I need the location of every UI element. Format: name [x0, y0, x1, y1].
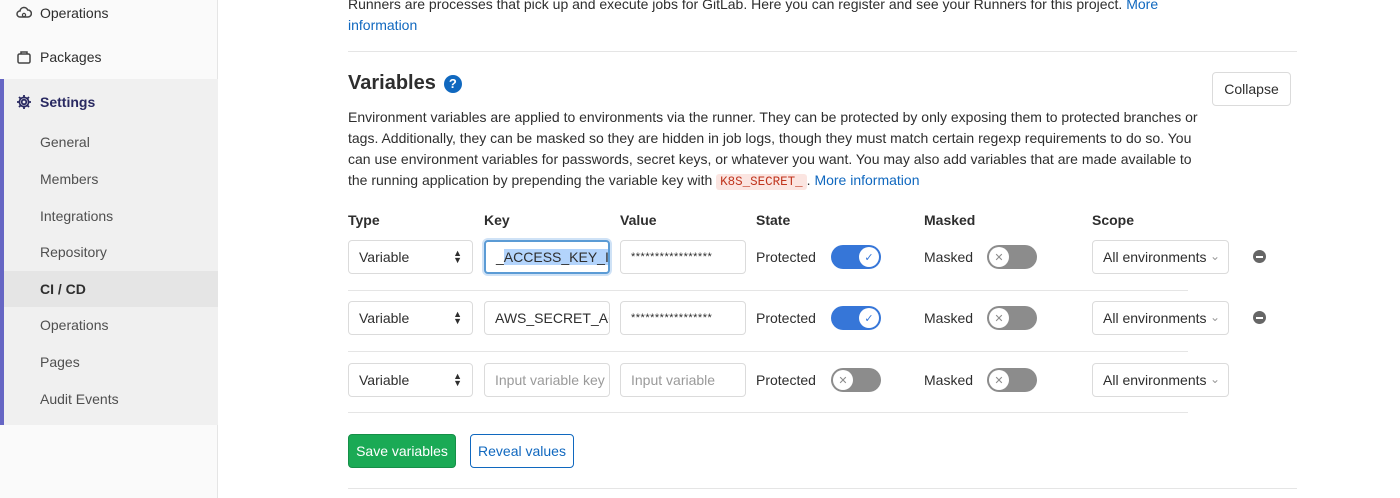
- sidebar-item-label: Pages: [40, 354, 80, 370]
- masked-label: Masked: [924, 372, 974, 388]
- sidebar-item-label: Members: [40, 171, 99, 187]
- reveal-values-button[interactable]: Reveal values: [470, 434, 574, 468]
- masked-toggle[interactable]: ✕: [987, 306, 1037, 330]
- column-header-type: Type: [348, 212, 380, 228]
- section-title: Variables: [348, 72, 436, 94]
- variable-key-input[interactable]: AWS_SECRET_AC: [484, 301, 610, 335]
- protected-label: Protected: [756, 310, 816, 326]
- sidebar-item-label: Operations: [40, 5, 109, 21]
- protected-toggle[interactable]: ✓: [831, 306, 881, 330]
- remove-variable-icon[interactable]: [1253, 250, 1266, 263]
- sidebar-item-ci-cd[interactable]: CI / CD: [4, 271, 218, 307]
- more-information-link[interactable]: More information: [814, 172, 919, 188]
- select-value: Variable: [359, 372, 410, 388]
- sidebar-item-audit-events[interactable]: Audit Events: [4, 381, 218, 417]
- sidebar-item-label: Operations: [40, 317, 109, 333]
- runners-text: Runners are processes that pick up and e…: [348, 0, 1123, 12]
- protected-toggle[interactable]: ✓: [831, 245, 881, 269]
- sidebar-item-integrations[interactable]: Integrations: [4, 198, 218, 234]
- variable-type-select[interactable]: Variable ▲ ▼: [348, 301, 473, 335]
- variable-type-select[interactable]: Variable ▲ ▼: [348, 363, 473, 397]
- variables-heading: Variables ?: [348, 72, 462, 95]
- column-header-masked: Masked: [924, 212, 976, 228]
- sidebar-item-label: Repository: [40, 244, 107, 260]
- variable-value-input[interactable]: *****************: [620, 240, 746, 274]
- cloud-gear-icon: [16, 5, 32, 21]
- sidebar: Operations Packages Settings General Mem…: [0, 0, 218, 498]
- protected-toggle[interactable]: ✕: [831, 368, 881, 392]
- select-value: Variable: [359, 249, 410, 265]
- sidebar-item-operations-top[interactable]: Operations: [0, 0, 218, 33]
- scope-value: All environments: [1103, 372, 1207, 388]
- x-icon: ✕: [989, 247, 1009, 267]
- gear-icon: [16, 94, 32, 110]
- variables-description: Environment variables are applied to env…: [348, 107, 1198, 193]
- variable-key-input[interactable]: _ ACCESS_KEY_ID: [484, 240, 610, 274]
- key-selected-text: ACCESS_KEY_ID: [503, 249, 608, 265]
- sidebar-item-label: Packages: [40, 49, 102, 65]
- sidebar-item-label: Audit Events: [40, 391, 119, 407]
- x-icon: ✕: [989, 308, 1009, 328]
- desc-line: running application by prepending the va…: [371, 172, 713, 188]
- chevron-down-icon: ⌄: [1209, 310, 1220, 324]
- sidebar-item-label: CI / CD: [40, 281, 86, 297]
- sidebar-item-operations[interactable]: Operations: [4, 307, 218, 343]
- column-header-value: Value: [620, 212, 657, 228]
- check-icon: ✓: [859, 247, 879, 267]
- masked-toggle[interactable]: ✕: [987, 245, 1037, 269]
- sidebar-item-label: General: [40, 134, 90, 150]
- column-header-state: State: [756, 212, 791, 228]
- check-icon: ✓: [859, 308, 879, 328]
- runners-description: Runners are processes that pick up and e…: [348, 0, 1248, 36]
- scope-value: All environments: [1103, 310, 1207, 326]
- sidebar-item-packages[interactable]: Packages: [0, 37, 218, 77]
- help-icon[interactable]: ?: [443, 74, 462, 93]
- desc-line: Environment variables are applied to env…: [348, 109, 1198, 125]
- sidebar-item-settings[interactable]: Settings: [0, 82, 95, 122]
- scope-value: All environments: [1103, 249, 1207, 265]
- desc-line: tags. Additionally, they can be masked s…: [348, 130, 1192, 146]
- protected-label: Protected: [756, 249, 816, 265]
- variable-value-input[interactable]: Input variable: [620, 363, 746, 397]
- x-icon: ✕: [833, 370, 853, 390]
- sidebar-item-label: Settings: [40, 94, 96, 110]
- variable-type-select[interactable]: Variable ▲ ▼: [348, 240, 473, 274]
- sidebar-item-general[interactable]: General: [4, 124, 218, 160]
- select-arrows-icon: ▲ ▼: [453, 371, 462, 388]
- column-header-key: Key: [484, 212, 510, 228]
- row-divider: [348, 290, 1188, 291]
- key-text: _: [496, 249, 504, 265]
- chevron-down-icon: ⌄: [1209, 249, 1220, 263]
- sidebar-item-repository[interactable]: Repository: [4, 234, 218, 270]
- scope-dropdown[interactable]: All environments ⌄: [1092, 301, 1229, 335]
- package-icon: [16, 49, 32, 65]
- scope-dropdown[interactable]: All environments ⌄: [1092, 240, 1229, 274]
- divider: [348, 488, 1297, 489]
- select-value: Variable: [359, 310, 410, 326]
- sidebar-item-label: Integrations: [40, 208, 114, 224]
- chevron-down-icon: ⌄: [1209, 372, 1220, 386]
- select-arrows-icon: ▲ ▼: [453, 309, 462, 326]
- row-divider: [348, 351, 1188, 352]
- masked-label: Masked: [924, 310, 974, 326]
- variable-value-input[interactable]: *****************: [620, 301, 746, 335]
- sidebar-item-members[interactable]: Members: [4, 161, 218, 197]
- remove-variable-icon[interactable]: [1253, 311, 1266, 324]
- divider: [348, 51, 1297, 52]
- select-arrows-icon: ▲ ▼: [453, 248, 462, 265]
- k8s-secret-code: K8S_SECRET_: [716, 174, 807, 190]
- desc-dot: .: [806, 172, 811, 188]
- collapse-button[interactable]: Collapse: [1212, 72, 1291, 106]
- masked-toggle[interactable]: ✕: [987, 368, 1037, 392]
- scope-dropdown[interactable]: All environments ⌄: [1092, 363, 1229, 397]
- protected-label: Protected: [756, 372, 816, 388]
- save-variables-button[interactable]: Save variables: [348, 434, 456, 468]
- column-header-scope: Scope: [1092, 212, 1135, 228]
- variable-key-input[interactable]: Input variable key: [484, 363, 610, 397]
- row-divider: [348, 412, 1188, 413]
- masked-label: Masked: [924, 249, 974, 265]
- sidebar-item-pages[interactable]: Pages: [4, 344, 218, 380]
- x-icon: ✕: [989, 370, 1009, 390]
